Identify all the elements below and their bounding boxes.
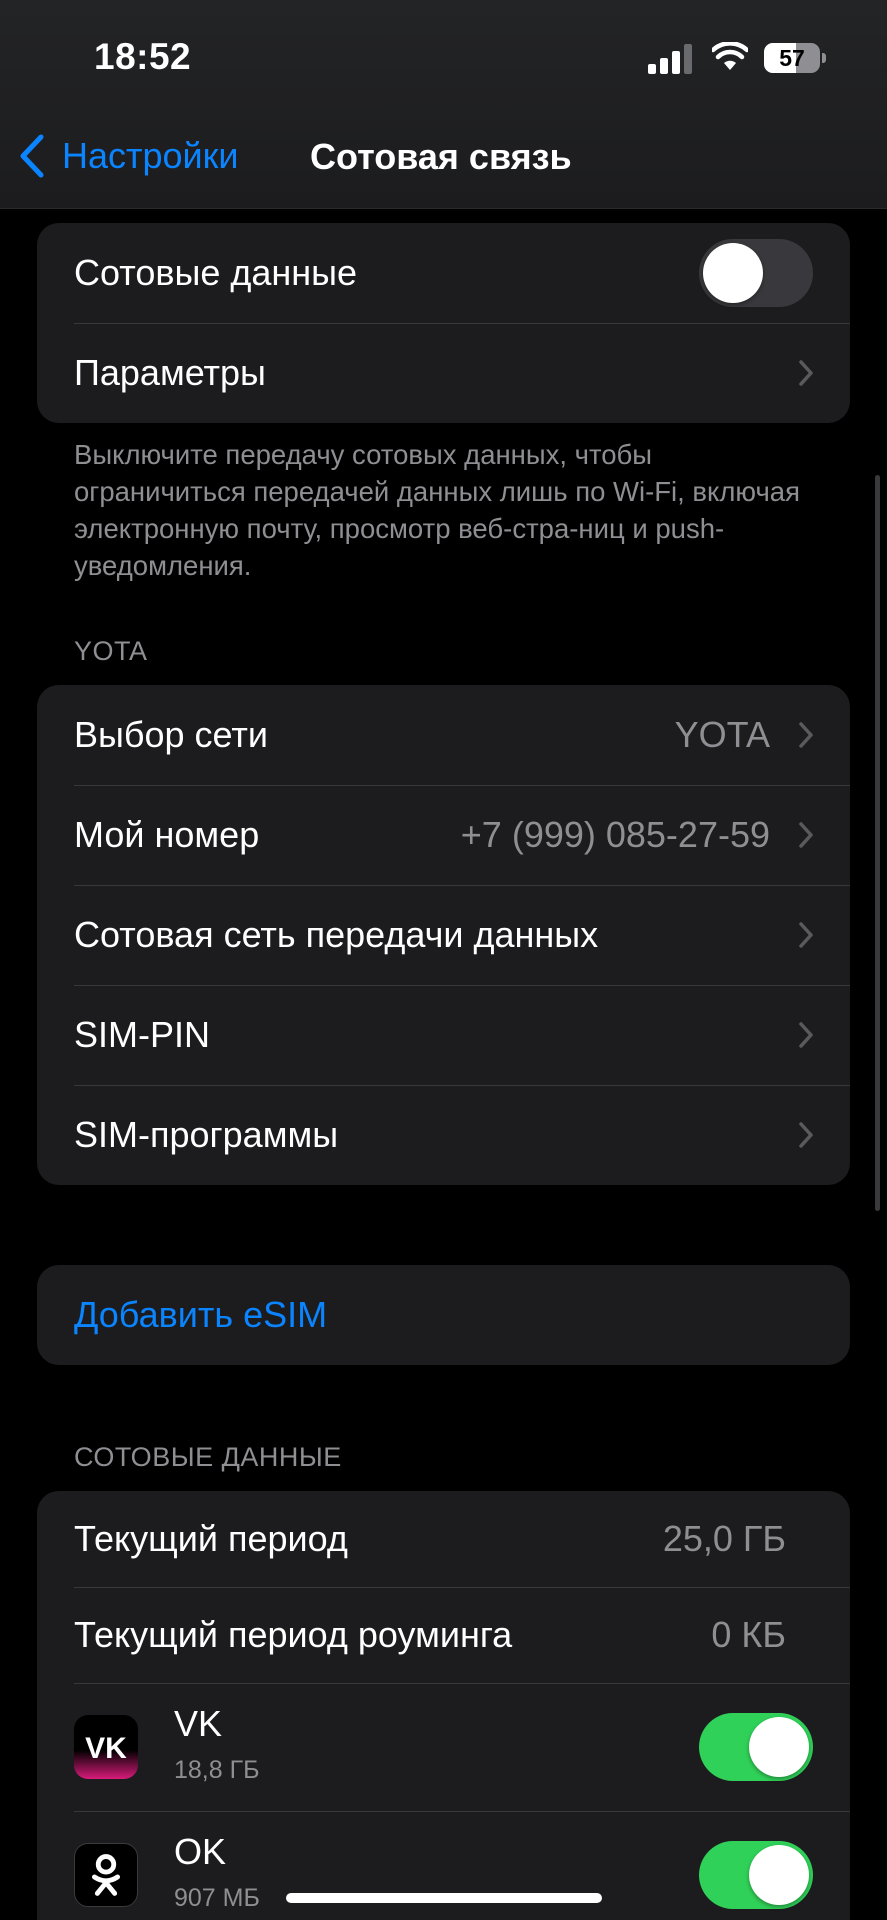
cellular-data-network-row[interactable]: Сотовая сеть передачи данных [37,885,850,985]
network-selection-label: Выбор сети [74,714,268,755]
back-button-label: Настройки [62,135,239,176]
sim-pin-label: SIM-PIN [74,1014,211,1055]
usage-group: Текущий период 25,0 ГБ Текущий период ро… [37,1491,850,1920]
ok-icon [74,1843,138,1907]
svg-text:VK: VK [85,1732,127,1765]
app-row-ok: OK 907 МБ [37,1811,850,1920]
chevron-right-icon [799,360,813,386]
page-title: Сотовая связь [310,136,572,177]
battery-percent: 57 [779,45,805,71]
app-row-vk: VK VK 18,8 ГБ [37,1683,850,1811]
chevron-right-icon [799,1122,813,1148]
my-number-value: +7 (999) 085-27-59 [460,814,770,855]
my-number-row[interactable]: Мой номер +7 (999) 085-27-59 [37,785,850,885]
app-data-usage: 907 МБ [174,1884,260,1912]
app-name: VK [174,1703,223,1744]
navigation-header: 18:52 57 Настройки Сотовая связь [0,0,887,209]
vk-icon: VK [74,1715,138,1779]
home-indicator[interactable] [286,1893,602,1903]
network-selection-value: YOTA [674,714,770,755]
sim-pin-row[interactable]: SIM-PIN [37,985,850,1085]
app-data-usage: 18,8 ГБ [174,1756,260,1784]
network-selection-row[interactable]: Выбор сети YOTA [37,685,850,785]
my-number-label: Мой номер [74,814,260,855]
wifi-icon [712,42,748,70]
cellular-data-label: Сотовые данные [74,252,358,293]
cellular-data-row: Сотовые данные [37,223,850,323]
options-row[interactable]: Параметры [37,323,850,423]
vk-data-toggle[interactable] [699,1713,813,1781]
chevron-left-icon [20,134,44,178]
sim-apps-label: SIM-программы [74,1114,339,1155]
usage-section-header: СОТОВЫЕ ДАННЫЕ [74,1442,342,1472]
roaming-period-row: Текущий период роуминга 0 КБ [37,1587,850,1683]
current-period-value: 25,0 ГБ [662,1518,786,1559]
status-time: 18:52 [94,36,192,77]
scrollbar[interactable] [875,475,880,1211]
carrier-section-header: YOTA [74,636,148,666]
chevron-right-icon [799,922,813,948]
cellular-data-toggle[interactable] [699,239,813,307]
chevron-right-icon [799,722,813,748]
chevron-right-icon [799,822,813,848]
cellular-data-footnote: Выключите передачу сотовых данных, чтобы… [74,439,800,581]
app-name: OK [174,1831,227,1872]
roaming-period-label: Текущий период роуминга [74,1614,513,1655]
current-period-label: Текущий период [74,1518,348,1559]
add-esim-label: Добавить eSIM [74,1294,328,1335]
cellular-data-group: Сотовые данные Параметры [37,223,850,423]
cellular-signal-icon [648,44,692,74]
current-period-row: Текущий период 25,0 ГБ [37,1491,850,1587]
options-label: Параметры [74,352,266,393]
battery-icon: 57 [764,43,826,73]
sim-apps-row[interactable]: SIM-программы [37,1085,850,1185]
roaming-period-value: 0 КБ [711,1614,786,1655]
back-button[interactable]: Настройки [18,132,239,180]
ok-data-toggle[interactable] [699,1841,813,1909]
add-esim-button[interactable]: Добавить eSIM [37,1265,850,1365]
esim-group: Добавить eSIM [37,1265,850,1365]
chevron-right-icon [799,1022,813,1048]
cellular-data-network-label: Сотовая сеть передачи данных [74,914,599,955]
carrier-group: Выбор сети YOTA Мой номер +7 (999) 085-2… [37,685,850,1185]
